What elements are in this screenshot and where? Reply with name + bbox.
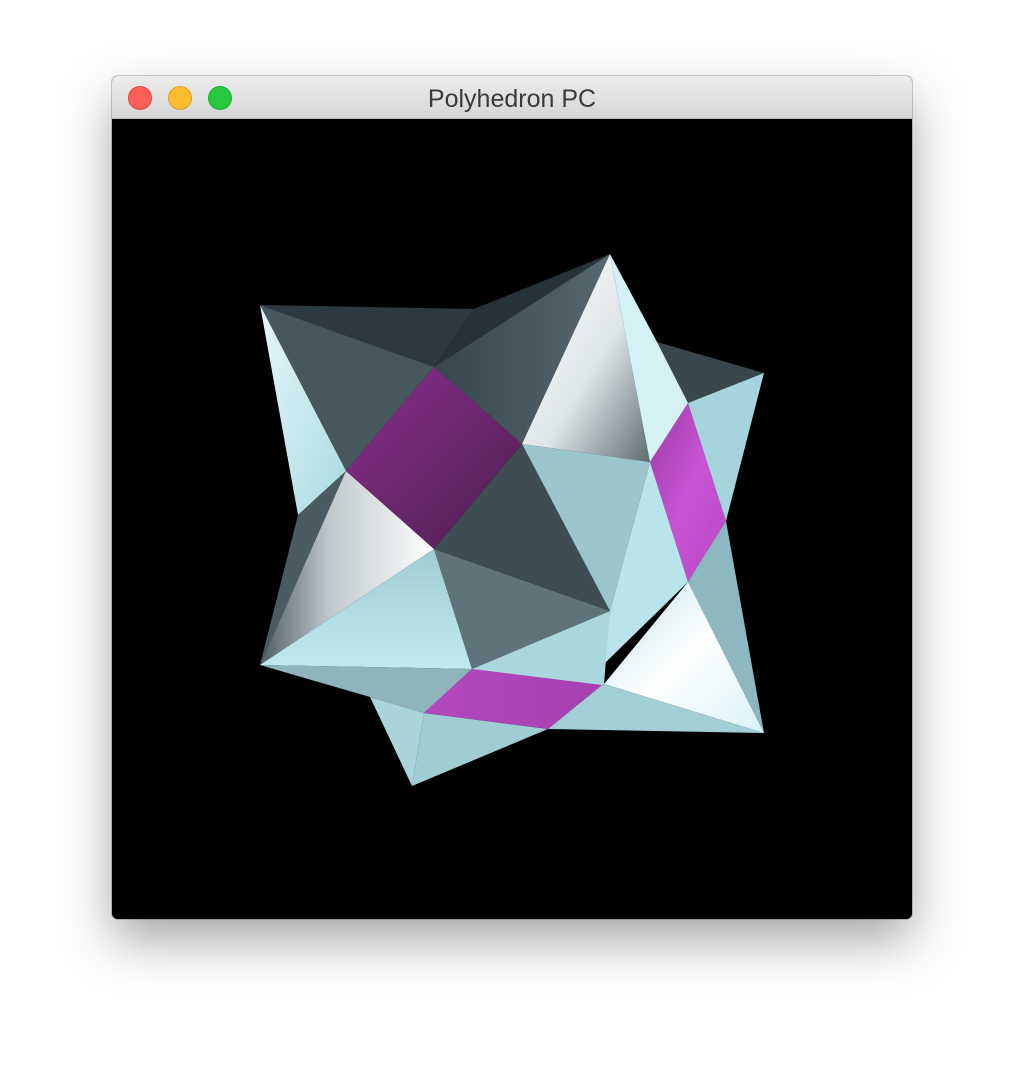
- 3d-viewport[interactable]: [112, 119, 912, 919]
- window-title: Polyhedron PC: [427, 85, 597, 113]
- title-bar[interactable]: Polyhedron PC: [112, 76, 912, 119]
- app-window: Polyhedron PC: [112, 76, 912, 919]
- polyhedron-render: [260, 254, 764, 786]
